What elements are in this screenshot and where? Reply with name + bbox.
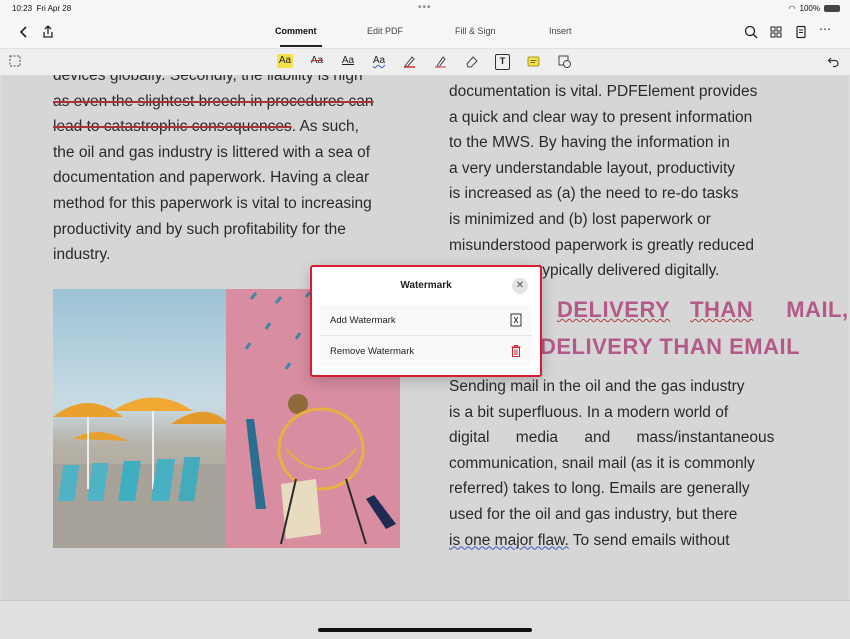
back-chevron-icon[interactable]	[16, 24, 32, 40]
tab-edit-pdf[interactable]: Edit PDF	[367, 26, 403, 36]
right-column-text-bottom: Sending mail in the oil and the gas indu…	[449, 374, 797, 553]
text-line: referred) takes to long. Emails are gene…	[449, 480, 750, 498]
trash-icon	[511, 345, 521, 357]
text-line: industry.	[53, 246, 111, 264]
battery-percent: 100%	[799, 4, 820, 13]
popover-title: Watermark	[400, 280, 452, 291]
text-line: lead to catastrophic consequences. As su…	[53, 118, 359, 136]
status-bar: 10:23 Fri Apr 28 ••• ◠ 100%	[0, 0, 850, 18]
battery-icon	[824, 5, 840, 12]
text-box-tool[interactable]: T	[495, 54, 510, 70]
active-tab-indicator	[280, 45, 322, 47]
multitask-dots-icon[interactable]: •••	[418, 2, 432, 13]
sticky-note-icon[interactable]	[526, 54, 541, 69]
text-line: method for this paperwork is vital to in…	[53, 194, 372, 212]
document-outline-icon[interactable]	[793, 24, 809, 40]
close-icon[interactable]: ✕	[512, 278, 528, 294]
home-indicator[interactable]	[318, 628, 532, 632]
text-line: documentation and paperwork. Having a cl…	[53, 169, 370, 187]
search-icon[interactable]	[743, 24, 759, 40]
text-line: is one major flaw. To send emails withou…	[449, 531, 730, 549]
watermark-popover: Watermark ✕ Add Watermark Remove Waterma…	[310, 265, 542, 377]
underline-tool[interactable]: Aa	[340, 54, 356, 68]
status-time: 10:23 Fri Apr 28	[12, 4, 72, 13]
strikethrough-text: lead to catastrophic consequences	[53, 118, 292, 136]
highlight-tool[interactable]: Aa	[277, 54, 293, 68]
squiggly-tool[interactable]: Aa	[371, 54, 387, 68]
grid-view-icon[interactable]	[768, 24, 784, 40]
beach-umbrellas-photo[interactable]	[53, 289, 226, 548]
wifi-icon: ◠	[788, 4, 796, 13]
remove-watermark-option[interactable]: Remove Watermark	[320, 336, 532, 366]
text-line: digital media and mass/instantaneous	[449, 429, 775, 447]
eraser-icon[interactable]	[464, 54, 479, 69]
tab-comment[interactable]: Comment	[275, 26, 317, 36]
beach-illustration	[53, 397, 226, 548]
status-right: ◠ 100%	[789, 4, 840, 13]
remove-watermark-label: Remove Watermark	[330, 346, 415, 357]
section-heading-line-1: DELIVERY THAN MAIL,	[557, 297, 848, 322]
section-heading-line-2: DELIVERY THAN EMAIL	[540, 334, 801, 359]
text-line: productivity and by such profitability f…	[53, 220, 346, 238]
text-line: used for the oil and gas industry, but t…	[449, 505, 738, 523]
text-line: to the MWS. By having the information in	[449, 134, 730, 152]
watermark-doc-icon	[510, 313, 522, 327]
text-line: documentation is vital. PDFElement provi…	[449, 83, 758, 100]
comment-toolbar: Aa Aa Aa Aa T	[0, 48, 850, 76]
strikethrough-line: as even the slightest breech in procedur…	[53, 92, 374, 110]
bottom-bar	[0, 600, 850, 639]
text-line: a quick and clear way to present informa…	[449, 108, 753, 126]
tab-insert[interactable]: Insert	[549, 26, 572, 36]
text-line: is minimized and (b) lost paperwork or	[449, 210, 711, 228]
undo-icon[interactable]	[827, 55, 840, 68]
text-line: misunderstood paperwork is greatly reduc…	[449, 236, 754, 254]
text-line: is increased as (a) the need to re-do ta…	[449, 185, 739, 203]
squiggly-annotation: is one major flaw.	[449, 531, 569, 549]
text-line: the oil and gas industry is littered wit…	[53, 143, 371, 161]
add-watermark-option[interactable]: Add Watermark	[320, 305, 532, 335]
more-options-icon[interactable]: ⋯	[819, 22, 835, 38]
pen-icon[interactable]	[402, 54, 417, 69]
share-icon[interactable]	[40, 24, 56, 40]
tab-fill-sign[interactable]: Fill & Sign	[455, 26, 496, 36]
add-watermark-label: Add Watermark	[330, 315, 396, 326]
text-line: devices globally. Secondly, the liabilit…	[53, 75, 363, 84]
highlighter-pen-icon[interactable]	[433, 54, 448, 69]
strikethrough-tool[interactable]: Aa	[309, 54, 325, 68]
select-area-icon[interactable]	[9, 55, 21, 67]
text-line: Sending mail in the oil and the gas indu…	[449, 378, 745, 395]
left-column-text: devices globally. Secondly, the liabilit…	[53, 75, 401, 268]
shape-tool-icon[interactable]	[557, 54, 572, 69]
text-line: a very understandable layout, productivi…	[449, 159, 736, 177]
top-nav-bar: Comment Edit PDF Fill & Sign Insert ⋯	[0, 18, 850, 48]
right-column-text-top: documentation is vital. PDFElement provi…	[449, 79, 797, 284]
text-line: is a bit superfluous. In a modern world …	[449, 403, 729, 421]
text-line: communication, snail mail (as it is comm…	[449, 454, 755, 472]
